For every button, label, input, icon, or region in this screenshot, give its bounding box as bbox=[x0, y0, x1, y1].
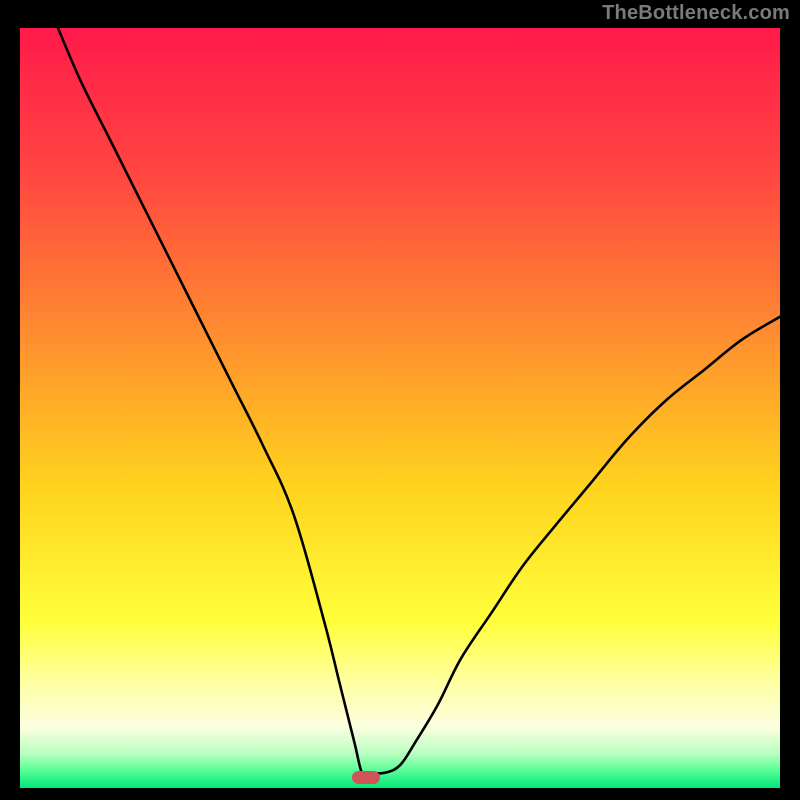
watermark-text: TheBottleneck.com bbox=[602, 2, 790, 25]
bottleneck-chart bbox=[20, 28, 780, 788]
optimal-point-marker bbox=[352, 771, 380, 784]
gradient-background bbox=[20, 28, 780, 788]
chart-frame: TheBottleneck.com bbox=[0, 0, 800, 800]
